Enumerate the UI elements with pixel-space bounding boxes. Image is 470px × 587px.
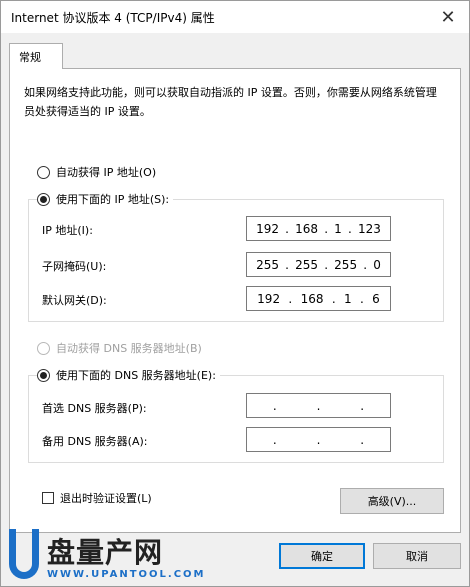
- ip-address-input[interactable]: 192. 168. 1. 123: [246, 216, 391, 241]
- gateway-input[interactable]: 192. 168. 1. 6: [246, 286, 391, 311]
- watermark-text: 盘量产网: [47, 536, 164, 569]
- close-icon[interactable]: ✕: [433, 5, 463, 29]
- title-bar: Internet 协议版本 4 (TCP/IPv4) 属性 ✕: [1, 1, 469, 33]
- octet-dot: .: [288, 291, 293, 306]
- ok-button[interactable]: 确定: [279, 543, 365, 569]
- auto-ip-radio-dot[interactable]: [37, 165, 50, 179]
- validate-on-exit-label: 退出时验证设置(L): [60, 492, 152, 505]
- tab-general-label: 常规: [19, 51, 41, 64]
- mask-octet: 255: [334, 257, 358, 272]
- alternate-dns-label: 备用 DNS 服务器(A):: [42, 435, 148, 448]
- octet-dot: .: [360, 432, 365, 447]
- validate-on-exit-checkbox[interactable]: 退出时验证设置(L): [42, 490, 152, 506]
- octet-dot: .: [360, 291, 364, 306]
- alternate-dns-input[interactable]: . . .: [246, 427, 391, 452]
- ip-octet: 168: [295, 221, 319, 236]
- octet-dot: .: [272, 432, 277, 447]
- advanced-button[interactable]: 高级(V)...: [340, 488, 444, 514]
- manual-dns-radio-label: 使用下面的 DNS 服务器地址(E):: [56, 369, 216, 382]
- manual-ip-radio[interactable]: 使用下面的 IP 地址(S):: [37, 191, 174, 207]
- auto-dns-radio[interactable]: 自动获得 DNS 服务器地址(B): [37, 340, 206, 356]
- subnet-mask-input[interactable]: 255. 255. 255. 0: [246, 252, 391, 277]
- gateway-octet: 192: [257, 291, 281, 306]
- octet-dot: .: [285, 257, 289, 272]
- manual-ip-radio-label: 使用下面的 IP 地址(S):: [56, 193, 170, 206]
- description-text: 如果网络支持此功能，则可以获取自动指派的 IP 设置。否则，你需要从网络系统管理…: [24, 86, 437, 118]
- gateway-octet: 1: [344, 291, 352, 306]
- ip-octet: 1: [334, 221, 342, 236]
- octet-dot: .: [324, 257, 329, 272]
- ip-address-label: IP 地址(I):: [42, 224, 93, 237]
- general-panel: 如果网络支持此功能，则可以获取自动指派的 IP 设置。否则，你需要从网络系统管理…: [9, 68, 461, 533]
- manual-dns-radio-dot[interactable]: [37, 368, 50, 382]
- gateway-octet: 168: [300, 291, 324, 306]
- tab-general[interactable]: 常规: [9, 43, 63, 69]
- checkbox-box[interactable]: [42, 492, 54, 504]
- auto-ip-radio[interactable]: 自动获得 IP 地址(O): [37, 164, 161, 180]
- octet-dot: .: [347, 221, 352, 236]
- octet-dot: .: [360, 398, 365, 413]
- ip-octet: 192: [256, 221, 279, 236]
- ip-octet: 123: [357, 221, 381, 236]
- octet-dot: .: [316, 432, 321, 447]
- gateway-label: 默认网关(D):: [42, 294, 107, 307]
- auto-ip-radio-label: 自动获得 IP 地址(O): [56, 166, 157, 179]
- preferred-dns-label: 首选 DNS 服务器(P):: [42, 402, 147, 415]
- auto-dns-radio-dot[interactable]: [37, 341, 50, 355]
- octet-dot: .: [363, 257, 368, 272]
- cancel-button[interactable]: 取消: [373, 543, 461, 569]
- octet-dot: .: [272, 398, 277, 413]
- dialog-window: Internet 协议版本 4 (TCP/IPv4) 属性 ✕ 常规 如果网络支…: [0, 0, 470, 587]
- auto-dns-radio-label: 自动获得 DNS 服务器地址(B): [56, 342, 202, 355]
- gateway-octet: 6: [372, 291, 380, 306]
- octet-dot: .: [316, 398, 321, 413]
- octet-dot: .: [285, 221, 289, 236]
- mask-octet: 255: [256, 257, 279, 272]
- mask-octet: 0: [373, 257, 381, 272]
- window-title: Internet 协议版本 4 (TCP/IPv4) 属性: [11, 11, 215, 25]
- preferred-dns-input[interactable]: . . .: [246, 393, 391, 418]
- manual-dns-radio[interactable]: 使用下面的 DNS 服务器地址(E):: [37, 367, 220, 383]
- watermark-url: WWW.UPANTOOL.COM: [47, 569, 206, 580]
- manual-ip-radio-dot[interactable]: [37, 192, 50, 206]
- octet-dot: .: [324, 221, 329, 236]
- octet-dot: .: [331, 291, 336, 306]
- mask-octet: 255: [295, 257, 319, 272]
- subnet-mask-label: 子网掩码(U):: [42, 260, 107, 273]
- watermark-logo: 盘量产网 WWW.UPANTOOL.COM: [9, 529, 204, 585]
- u-logo-icon: [9, 529, 39, 579]
